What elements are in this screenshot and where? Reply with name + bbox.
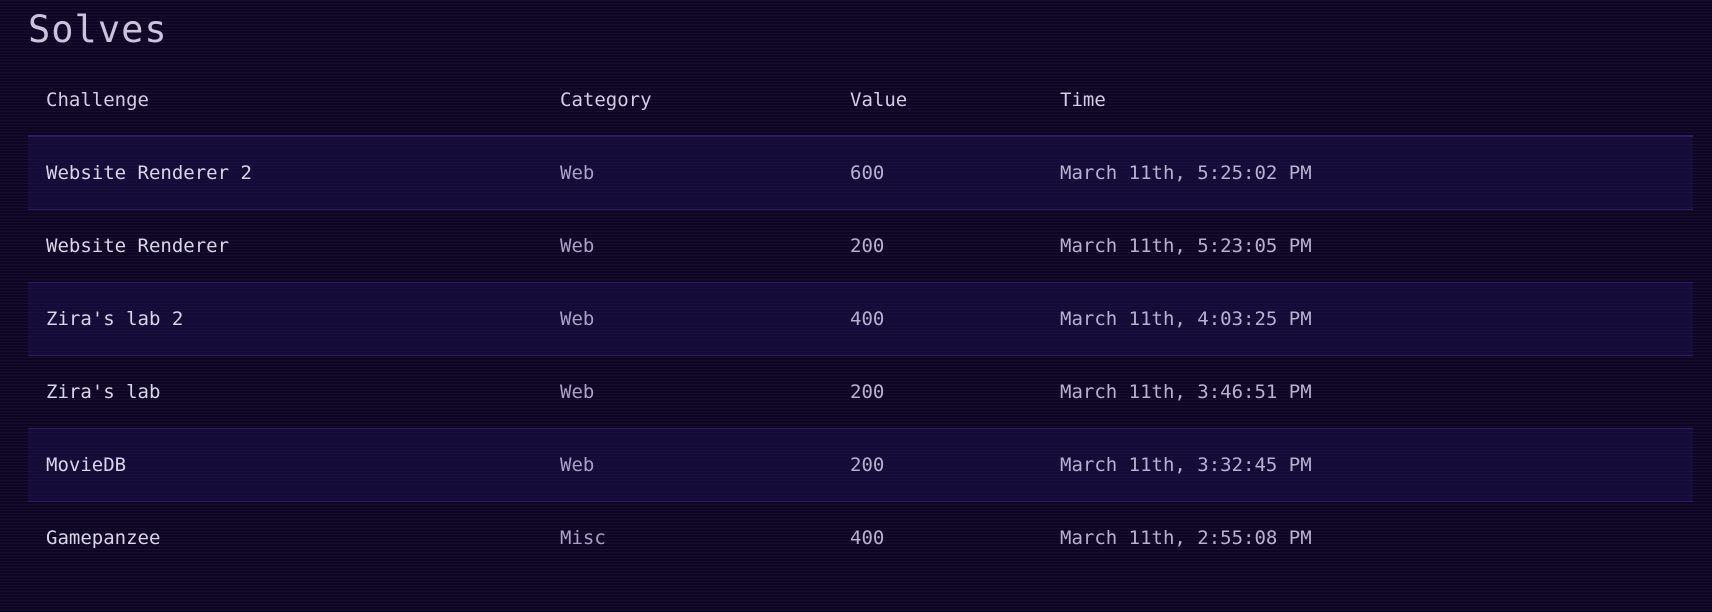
category-cell: Web bbox=[560, 381, 595, 403]
challenge-name-link[interactable]: Zira's lab 2 bbox=[28, 308, 560, 330]
table-row: MovieDB Web 200 March 11th, 3:32:45 PM bbox=[28, 428, 1693, 501]
table-row: Zira's lab Web 200 March 11th, 3:46:51 P… bbox=[28, 355, 1693, 428]
category-cell: Web bbox=[560, 162, 595, 184]
value-cell: 400 bbox=[850, 308, 885, 330]
challenge-name-link[interactable]: Gamepanzee bbox=[28, 527, 560, 549]
time-cell: March 11th, 3:32:45 PM bbox=[1060, 454, 1312, 476]
table-header-row: Challenge Category Value Time bbox=[28, 64, 1693, 136]
time-cell: March 11th, 5:23:05 PM bbox=[1060, 235, 1312, 257]
challenge-name-link[interactable]: Website Renderer bbox=[28, 235, 560, 257]
value-cell: 200 bbox=[850, 235, 885, 257]
table-row: Website Renderer 2 Web 600 March 11th, 5… bbox=[28, 136, 1693, 209]
challenge-name-link[interactable]: MovieDB bbox=[28, 454, 560, 476]
category-cell: Misc bbox=[560, 527, 606, 549]
category-cell: Web bbox=[560, 308, 595, 330]
column-header-challenge[interactable]: Challenge bbox=[28, 89, 560, 111]
challenge-name-link[interactable]: Zira's lab bbox=[28, 381, 560, 403]
challenge-name-link[interactable]: Website Renderer 2 bbox=[28, 162, 560, 184]
value-cell: 200 bbox=[850, 381, 885, 403]
table-row: Zira's lab 2 Web 400 March 11th, 4:03:25… bbox=[28, 282, 1693, 355]
value-cell: 200 bbox=[850, 454, 885, 476]
value-cell: 400 bbox=[850, 527, 885, 549]
column-header-value[interactable]: Value bbox=[850, 89, 1060, 111]
time-cell: March 11th, 5:25:02 PM bbox=[1060, 162, 1312, 184]
column-header-time[interactable]: Time bbox=[1060, 89, 1693, 111]
column-header-category[interactable]: Category bbox=[560, 89, 850, 111]
time-cell: March 11th, 2:55:08 PM bbox=[1060, 527, 1312, 549]
value-cell: 600 bbox=[850, 162, 885, 184]
page-title: Solves bbox=[28, 8, 168, 51]
time-cell: March 11th, 3:46:51 PM bbox=[1060, 381, 1312, 403]
table-row: Website Renderer Web 200 March 11th, 5:2… bbox=[28, 209, 1693, 282]
category-cell: Web bbox=[560, 235, 595, 257]
solves-table: Challenge Category Value Time Website Re… bbox=[28, 64, 1693, 574]
category-cell: Web bbox=[560, 454, 595, 476]
time-cell: March 11th, 4:03:25 PM bbox=[1060, 308, 1312, 330]
table-row: Gamepanzee Misc 400 March 11th, 2:55:08 … bbox=[28, 501, 1693, 574]
